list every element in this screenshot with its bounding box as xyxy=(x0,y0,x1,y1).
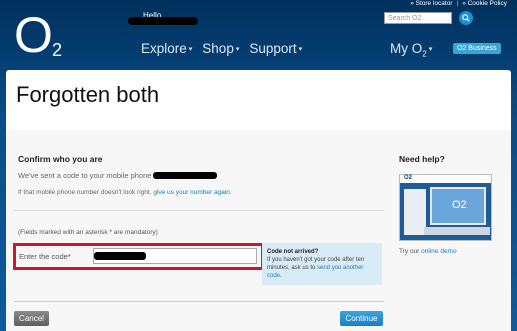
online-demo-thumbnail[interactable]: O2 O2 xyxy=(399,174,492,241)
mandatory-note: (Fields marked with an asterisk * are ma… xyxy=(18,229,158,236)
nav-shop-label: Shop xyxy=(202,41,234,56)
notice-title: Code not arrived? xyxy=(267,249,319,255)
try-text: Try our xyxy=(399,248,420,255)
nav-support[interactable]: Support ▾ xyxy=(249,41,302,56)
search-icon xyxy=(462,14,470,22)
chevron-down-icon: ▾ xyxy=(235,46,240,53)
asterisk: * xyxy=(67,252,71,261)
divider xyxy=(14,301,384,302)
redacted-phone-number xyxy=(153,172,217,179)
give-number-again-link[interactable]: give us your number again xyxy=(153,189,230,196)
code-label-text: Enter the code xyxy=(19,252,68,261)
try-demo-text: Try our online demo xyxy=(399,248,457,255)
redacted-code xyxy=(94,252,146,260)
my-o2-sub: 2 xyxy=(422,49,427,59)
redacted-username xyxy=(128,17,198,25)
o2-logo[interactable]: O2 xyxy=(14,7,62,63)
notice-end: . xyxy=(280,273,282,279)
mandatory-text-a: (Fields marked with an asterisk xyxy=(18,229,108,236)
section-title: Confirm who you are xyxy=(18,154,103,164)
site-header: O2 Hello » Store locator | » Cookie Poli… xyxy=(0,0,517,70)
search-input[interactable]: Search O2 xyxy=(384,12,452,24)
cookie-policy-link[interactable]: » Cookie Policy xyxy=(462,0,507,7)
demo-base xyxy=(424,227,490,235)
chevron-down-icon: ▾ xyxy=(188,46,193,53)
chevron-down-icon: ▾ xyxy=(298,46,303,53)
code-label: Enter the code* xyxy=(19,252,71,261)
search-button[interactable] xyxy=(459,11,473,25)
top-links: » Store locator | » Cookie Policy xyxy=(410,0,507,7)
divider xyxy=(14,210,384,211)
demo-sidebar xyxy=(404,189,426,235)
wrong-number-text: If that mobile phone number doesn't look… xyxy=(18,189,232,196)
page-title: Forgotten both xyxy=(16,82,160,107)
help-title: Need help? xyxy=(399,154,445,164)
sent-code-text: We've sent a code to your mobile phone xyxy=(18,171,152,180)
logo-sub: 2 xyxy=(52,40,63,60)
o2-business-button[interactable]: O2 Business xyxy=(453,43,501,54)
nav-explore-label: Explore xyxy=(141,41,187,56)
store-locator-link[interactable]: » Store locator xyxy=(410,0,452,7)
demo-top-bar xyxy=(400,175,491,183)
chevron-down-icon: ▾ xyxy=(428,46,433,53)
mandatory-text-b: are mandatory) xyxy=(113,229,158,236)
demo-logo: O2 xyxy=(404,175,413,181)
top-links-separator: | xyxy=(456,0,459,7)
nav-explore[interactable]: Explore ▾ xyxy=(141,41,192,56)
demo-screen: O2 xyxy=(430,187,486,225)
wrong-number-end: . xyxy=(229,189,232,196)
cancel-button[interactable]: Cancel xyxy=(14,311,49,326)
nav-shop[interactable]: Shop ▾ xyxy=(202,41,239,56)
continue-button[interactable]: Continue xyxy=(340,311,383,326)
logo-letter: O xyxy=(14,7,53,63)
demo-screen-logo: O2 xyxy=(452,199,467,211)
wrong-number-label: If that mobile phone number doesn't look… xyxy=(18,189,152,196)
nav-my-o2[interactable]: My O2▾ xyxy=(390,41,432,59)
online-demo-link[interactable]: online demo xyxy=(421,248,456,255)
main-nav: Explore ▾ Shop ▾ Support ▾ xyxy=(141,41,302,56)
code-not-arrived-notice: Code not arrived? If you haven't got you… xyxy=(262,243,382,285)
asterisk: * xyxy=(109,229,112,236)
nav-support-label: Support xyxy=(249,41,297,56)
my-o2-label: My O xyxy=(390,41,423,56)
